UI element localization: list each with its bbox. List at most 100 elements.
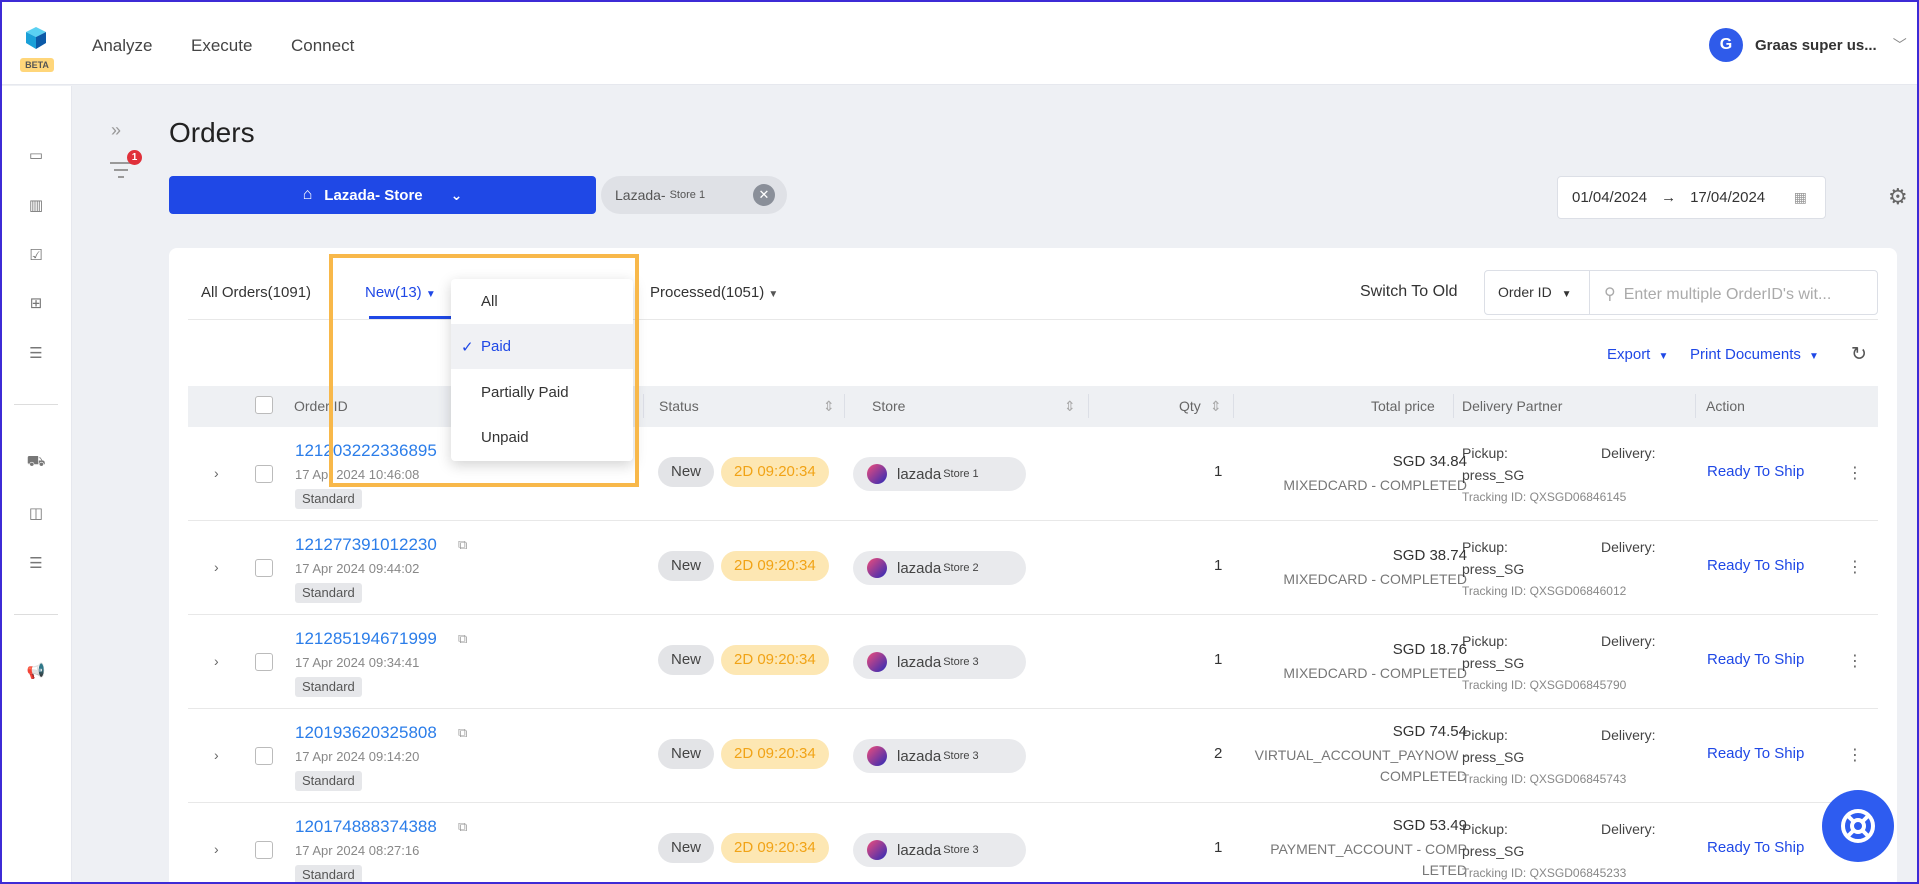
filter-count-badge: 1: [127, 150, 142, 165]
tracking-id: Tracking ID: QXSGD06845743: [1462, 772, 1627, 786]
lifebuoy-icon: [1841, 809, 1875, 843]
select-all-checkbox[interactable]: [255, 396, 273, 414]
remove-chip-icon[interactable]: ✕: [753, 184, 775, 206]
date-range-picker[interactable]: 01/04/2024 → 17/04/2024 ▦: [1557, 176, 1826, 219]
invoice-icon[interactable]: ☰: [26, 554, 46, 574]
status-badge: New: [658, 551, 715, 581]
order-id-link[interactable]: 120174888374388: [295, 817, 437, 837]
expand-row-icon[interactable]: ›: [214, 747, 219, 763]
more-options-icon[interactable]: ⋮: [1847, 651, 1863, 671]
tab-new[interactable]: New(13) ▼: [365, 284, 436, 301]
expand-panel-icon[interactable]: »: [111, 120, 121, 141]
nav-connect[interactable]: Connect: [291, 36, 354, 56]
ready-to-ship-button[interactable]: Ready To Ship: [1707, 557, 1804, 574]
col-status[interactable]: Status: [659, 398, 699, 414]
app-logo[interactable]: BETA: [20, 27, 54, 73]
more-options-icon[interactable]: ⋮: [1847, 557, 1863, 577]
store-selector-button[interactable]: ⌂ Lazada- Store ⌄: [169, 176, 596, 214]
top-navigation-bar: BETA Analyze Execute Connect G Graas sup…: [0, 0, 1919, 85]
tab-processed[interactable]: Processed(1051) ▼: [650, 284, 778, 301]
filter-icon[interactable]: 1: [110, 150, 142, 182]
export-label: Export: [1607, 346, 1651, 363]
megaphone-icon[interactable]: 📢: [26, 662, 46, 682]
export-button[interactable]: Export ▼: [1607, 346, 1668, 363]
row-checkbox[interactable]: [255, 747, 273, 765]
more-options-icon[interactable]: ⋮: [1847, 463, 1863, 483]
row-checkbox[interactable]: [255, 841, 273, 859]
col-qty[interactable]: Qty: [1179, 398, 1201, 414]
expand-row-icon[interactable]: ›: [214, 653, 219, 669]
copy-icon[interactable]: ⧉: [458, 819, 467, 835]
dropdown-option-label: Paid: [481, 338, 512, 355]
search-field-select[interactable]: Order ID ▼: [1484, 270, 1590, 315]
column-divider: [1233, 394, 1234, 418]
store-name: lazada: [897, 747, 942, 765]
delivery-partner: press_SG: [1462, 749, 1525, 765]
expand-row-icon[interactable]: ›: [214, 559, 219, 575]
cart-icon[interactable]: ⛟: [26, 452, 46, 472]
row-checkbox[interactable]: [255, 653, 273, 671]
sort-icon[interactable]: ⇕: [1210, 398, 1222, 415]
status-badge: New: [658, 739, 715, 769]
column-settings-icon[interactable]: ⚙: [1888, 184, 1908, 210]
pickup-label: Pickup:: [1462, 727, 1508, 743]
more-options-icon[interactable]: ⋮: [1847, 745, 1863, 765]
sla-timer-badge: 2D 09:20:34: [721, 457, 829, 487]
order-id-link[interactable]: 120193620325808: [295, 723, 437, 743]
expand-row-icon[interactable]: ›: [214, 841, 219, 857]
calendar-check-icon[interactable]: ☑: [26, 246, 46, 266]
ready-to-ship-button[interactable]: Ready To Ship: [1707, 839, 1804, 856]
archive-icon[interactable]: ▭: [26, 146, 46, 166]
copy-icon[interactable]: ⧉: [458, 537, 467, 553]
dropdown-option-unpaid[interactable]: Unpaid: [451, 415, 633, 460]
shopping-bag-icon[interactable]: ◫: [26, 504, 46, 524]
sort-icon[interactable]: ⇕: [823, 398, 835, 415]
nav-analyze[interactable]: Analyze: [92, 36, 152, 56]
copy-icon[interactable]: ⧉: [458, 725, 467, 741]
copy-icon[interactable]: ⧉: [458, 631, 467, 647]
status-badge: New: [658, 457, 715, 487]
help-chat-button[interactable]: [1822, 790, 1894, 862]
ready-to-ship-button[interactable]: Ready To Ship: [1707, 463, 1804, 480]
page-title: Orders: [169, 117, 255, 148]
row-checkbox[interactable]: [255, 465, 273, 483]
expand-row-icon[interactable]: ›: [214, 465, 219, 481]
order-id-link[interactable]: 121277391012230: [295, 535, 437, 555]
sort-icon[interactable]: ⇕: [1064, 398, 1076, 415]
ready-to-ship-button[interactable]: Ready To Ship: [1707, 745, 1804, 762]
dropdown-option-paid[interactable]: ✓ Paid: [451, 324, 633, 369]
arrow-right-icon: →: [1661, 189, 1677, 206]
nav-execute[interactable]: Execute: [191, 36, 252, 56]
col-action: Action: [1706, 398, 1745, 414]
date-to: 17/04/2024: [1690, 189, 1766, 206]
row-checkbox[interactable]: [255, 559, 273, 577]
print-documents-button[interactable]: Print Documents ▼: [1690, 346, 1819, 363]
checkmark-icon: ✓: [461, 339, 474, 356]
switch-to-old-link[interactable]: Switch To Old: [1360, 283, 1458, 301]
delivery-partner: press_SG: [1462, 467, 1525, 483]
delivery-label: Delivery:: [1601, 821, 1656, 837]
sla-timer-badge: 2D 09:20:34: [721, 739, 829, 769]
col-status-label: Status: [659, 398, 699, 414]
dropdown-option-partially-paid[interactable]: Partially Paid: [451, 370, 633, 415]
search-input[interactable]: ⚲ Enter multiple OrderID's wit...: [1589, 270, 1878, 315]
order-type-badge: Standard: [295, 489, 362, 509]
col-total-price: Total price: [1371, 398, 1435, 414]
quantity: 1: [1214, 463, 1223, 480]
list-document-icon[interactable]: ☰: [26, 344, 46, 364]
pickup-label: Pickup:: [1462, 633, 1508, 649]
tab-all-orders[interactable]: All Orders(1091): [201, 284, 311, 301]
order-id-link[interactable]: 121285194671999: [295, 629, 437, 649]
store-chip: lazada Store 2: [853, 551, 1026, 585]
map-icon[interactable]: ▥: [26, 196, 46, 216]
col-store[interactable]: Store: [872, 398, 905, 414]
ready-to-ship-button[interactable]: Ready To Ship: [1707, 651, 1804, 668]
order-id-link[interactable]: 121203222336895: [295, 441, 437, 461]
column-divider: [844, 394, 845, 418]
sla-timer-badge: 2D 09:20:34: [721, 551, 829, 581]
dropdown-option-all[interactable]: All: [451, 279, 633, 324]
user-menu[interactable]: G Graas super us... ﹀: [1709, 28, 1907, 62]
delivery-label: Delivery:: [1601, 633, 1656, 649]
refresh-icon[interactable]: ↻: [1851, 343, 1867, 366]
document-add-icon[interactable]: ⊞: [26, 294, 46, 314]
